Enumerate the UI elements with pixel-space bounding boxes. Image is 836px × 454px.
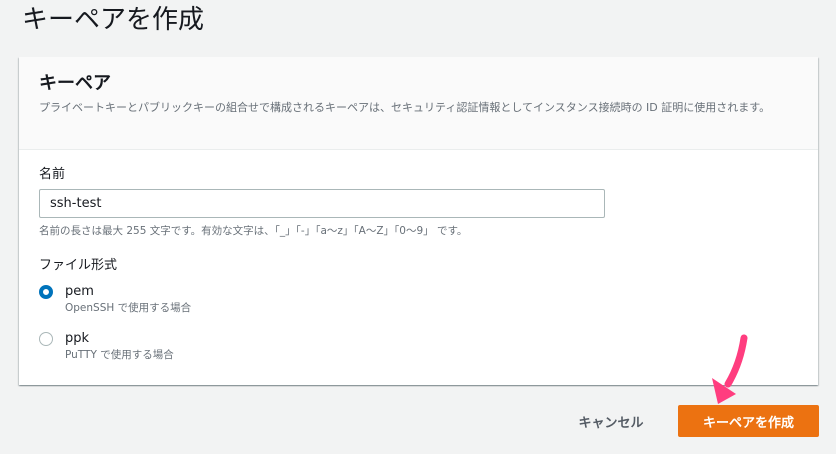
radio-option-ppk[interactable]: ppk PuTTY で使用する場合 — [39, 330, 798, 363]
radio-subtitle-ppk: PuTTY で使用する場合 — [65, 349, 174, 361]
radio-title-pem: pem — [65, 284, 94, 299]
panel-title: キーペア — [39, 73, 111, 94]
name-label: 名前 — [39, 167, 66, 182]
file-format-label: ファイル形式 — [39, 258, 118, 273]
panel-description: プライベートキーとパブリックキーの組合せで構成されるキーペアは、セキュリティ認証… — [39, 101, 771, 114]
radio-title-ppk: ppk — [65, 331, 90, 346]
radio-unselected-icon[interactable] — [39, 332, 53, 346]
cancel-button[interactable]: キャンセル — [565, 405, 657, 437]
name-input[interactable] — [39, 189, 605, 218]
key-pair-panel: キーペア プライベートキーとパブリックキーの組合せで構成されるキーペアは、セキュ… — [19, 57, 818, 385]
panel-body: 名前 名前の長さは最大 255 文字です。有効な文字は、「_」「-」「a〜z」「… — [19, 150, 818, 363]
panel-header: キーペア プライベートキーとパブリックキーの組合せで構成されるキーペアは、セキュ… — [19, 57, 818, 150]
radio-subtitle-pem: OpenSSH で使用する場合 — [65, 302, 192, 314]
radio-selected-icon[interactable] — [39, 285, 53, 299]
name-constraint-text: 名前の長さは最大 255 文字です。有効な文字は、「_」「-」「a〜z」「A〜Z… — [39, 225, 468, 237]
create-key-pair-button[interactable]: キーペアを作成 — [678, 405, 819, 437]
page-title: キーペアを作成 — [22, 5, 205, 35]
radio-option-pem[interactable]: pem OpenSSH で使用する場合 — [39, 283, 798, 316]
